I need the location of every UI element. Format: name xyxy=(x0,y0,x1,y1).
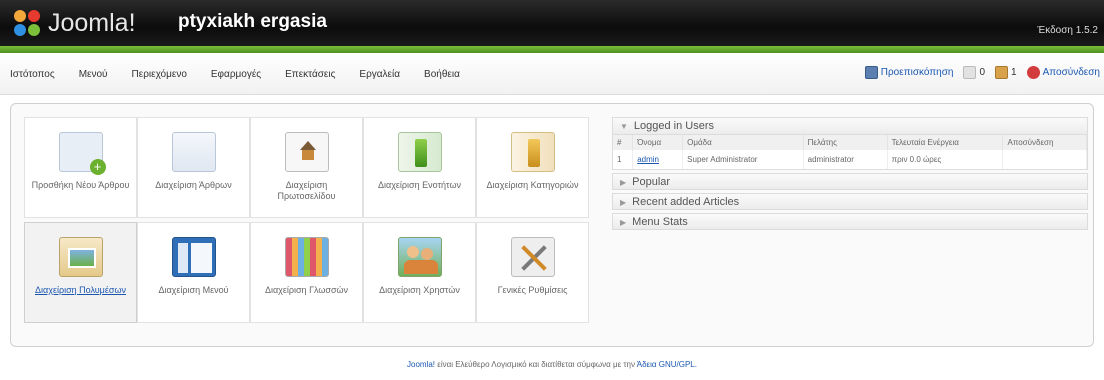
row-num: 1 xyxy=(613,150,634,169)
menu-tools[interactable]: Εργαλεία xyxy=(359,69,400,80)
tile-frontpage-manager[interactable]: Διαχείριση Πρωτοσελίδου xyxy=(250,117,363,218)
menu-menus[interactable]: Μενού xyxy=(79,69,108,80)
tile-label: Διαχείριση Μενού xyxy=(158,285,229,295)
version-label: Έκδοση 1.5.2 xyxy=(1037,25,1098,36)
recent-articles-header[interactable]: ▶ Recent added Articles xyxy=(612,193,1088,210)
tile-label: Γενικές Ρυθμίσεις xyxy=(497,285,568,295)
col-group[interactable]: Ομάδα xyxy=(682,135,804,150)
menu-manager-icon xyxy=(171,237,216,277)
footer-text: είναι Ελεύθερο Λογισμικό και διατίθεται … xyxy=(435,360,637,369)
joomla-logo: Joomla! xyxy=(12,6,136,40)
tile-label[interactable]: Διαχείριση Πολυμέσων xyxy=(25,285,136,296)
col-client[interactable]: Πελάτης xyxy=(803,135,888,150)
tile-article-manager[interactable]: Διαχείριση Άρθρων xyxy=(137,117,250,218)
tile-user-manager[interactable]: Διαχείριση Χρηστών xyxy=(363,222,476,323)
col-logout: Αποσύνδεση xyxy=(1002,135,1087,150)
users-online-icon xyxy=(995,66,1009,79)
admin-header: Joomla! ptyxiakh ergasia Έκδοση 1.5.2 xyxy=(0,0,1104,46)
logged-users-header[interactable]: ▼ Logged in Users xyxy=(613,118,1087,135)
article-manager-icon xyxy=(171,132,216,172)
status-bar: Προεπισκόπηση 0 1 Αποσύνδεση xyxy=(855,66,1100,79)
row-logout xyxy=(1002,150,1087,169)
tile-label: Διαχείριση Χρηστών xyxy=(379,285,460,295)
joomla-logo-icon xyxy=(12,8,44,38)
logout-link[interactable]: Αποσύνδεση xyxy=(1026,66,1100,79)
tile-global-config[interactable]: Γενικές Ρυθμίσεις xyxy=(476,222,589,323)
tile-section-manager[interactable]: Διαχείριση Ενοτήτων xyxy=(363,117,476,218)
license-link[interactable]: Άδεια GNU/GPL. xyxy=(637,360,697,369)
tile-media-manager[interactable]: Διαχείριση Πολυμέσων xyxy=(24,222,137,323)
footer: Joomla! είναι Ελεύθερο Λογισμικό και δια… xyxy=(0,360,1104,369)
logged-users-module: ▼ Logged in Users # Όνομα Ομάδα Πελάτης Τ… xyxy=(612,117,1088,170)
user-manager-icon xyxy=(397,237,442,277)
tile-label: Διαχείριση Πρωτοσελίδου xyxy=(277,180,336,201)
global-config-icon xyxy=(510,237,555,277)
users-online-count[interactable]: 1 xyxy=(995,66,1017,79)
menu-stats-header[interactable]: ▶ Menu Stats xyxy=(612,213,1088,230)
tile-category-manager[interactable]: Διαχείριση Κατηγοριών xyxy=(476,117,589,218)
user-link[interactable]: admin xyxy=(637,155,659,164)
quick-icons-grid: + Προσθήκη Νέου Άρθρου Διαχείριση Άρθρων… xyxy=(24,117,590,326)
admin-menubar: Ιστότοπος Μενού Περιεχόμενο Εφαρμογές Επ… xyxy=(0,53,1104,95)
tile-language-manager[interactable]: Διαχείριση Γλωσσών xyxy=(250,222,363,323)
header-accent-bar xyxy=(0,46,1104,53)
col-last-activity[interactable]: Τελευταία Ενέργεια xyxy=(887,135,1004,150)
menu-site[interactable]: Ιστότοπος xyxy=(10,69,55,80)
row-group: Super Administrator xyxy=(682,150,804,169)
menu-extensions[interactable]: Επεκτάσεις xyxy=(285,69,335,80)
add-article-icon: + xyxy=(58,132,106,175)
row-name[interactable]: admin xyxy=(632,150,684,169)
logged-users-table: # Όνομα Ομάδα Πελάτης Τελευταία Ενέργεια… xyxy=(613,135,1087,169)
row-last-activity: πριν 0.0 ώρες xyxy=(887,150,1004,169)
module-sliders: ▼ Logged in Users # Όνομα Ομάδα Πελάτης Τ… xyxy=(612,117,1088,233)
tile-label: Διαχείριση Γλωσσών xyxy=(264,285,349,295)
menu-help[interactable]: Βοήθεια xyxy=(424,69,460,80)
tile-label: Διαχείριση Ενοτήτων xyxy=(377,180,462,190)
tile-label: Προσθήκη Νέου Άρθρου xyxy=(31,180,130,190)
expand-arrow-icon: ▶ xyxy=(620,198,627,207)
section-manager-icon xyxy=(397,132,442,172)
tile-label: Διαχείριση Κατηγοριών xyxy=(486,180,579,190)
tile-label: Διαχείριση Άρθρων xyxy=(155,180,232,190)
language-manager-icon xyxy=(284,237,329,277)
preview-icon xyxy=(864,66,878,79)
logo-text: Joomla! xyxy=(48,8,136,37)
category-manager-icon xyxy=(510,132,555,172)
col-name[interactable]: Όνομα xyxy=(632,135,684,150)
joomla-footer-link[interactable]: Joomla! xyxy=(407,360,435,369)
messages-count[interactable]: 0 xyxy=(963,66,985,79)
table-header-row: # Όνομα Ομάδα Πελάτης Τελευταία Ενέργεια… xyxy=(613,135,1087,150)
table-row: 1 admin Super Administrator administrato… xyxy=(613,150,1087,169)
popular-header[interactable]: ▶ Popular xyxy=(612,173,1088,190)
collapse-arrow-icon: ▼ xyxy=(620,122,628,131)
logout-icon xyxy=(1026,66,1040,79)
menu-components[interactable]: Εφαρμογές xyxy=(211,69,261,80)
tile-add-article[interactable]: + Προσθήκη Νέου Άρθρου xyxy=(24,117,137,218)
main-menu: Ιστότοπος Μενού Περιεχόμενο Εφαρμογές Επ… xyxy=(10,69,484,80)
expand-arrow-icon: ▶ xyxy=(620,178,627,187)
menu-content[interactable]: Περιεχόμενο xyxy=(132,69,187,80)
media-manager-icon xyxy=(58,237,103,277)
tile-menu-manager[interactable]: Διαχείριση Μενού xyxy=(137,222,250,323)
preview-link[interactable]: Προεπισκόπηση xyxy=(864,66,953,79)
frontpage-manager-icon xyxy=(284,132,329,172)
col-num: # xyxy=(613,135,634,150)
row-client: administrator xyxy=(803,150,888,169)
messages-icon xyxy=(963,66,977,79)
expand-arrow-icon: ▶ xyxy=(620,218,627,227)
site-name: ptyxiakh ergasia xyxy=(178,11,327,32)
